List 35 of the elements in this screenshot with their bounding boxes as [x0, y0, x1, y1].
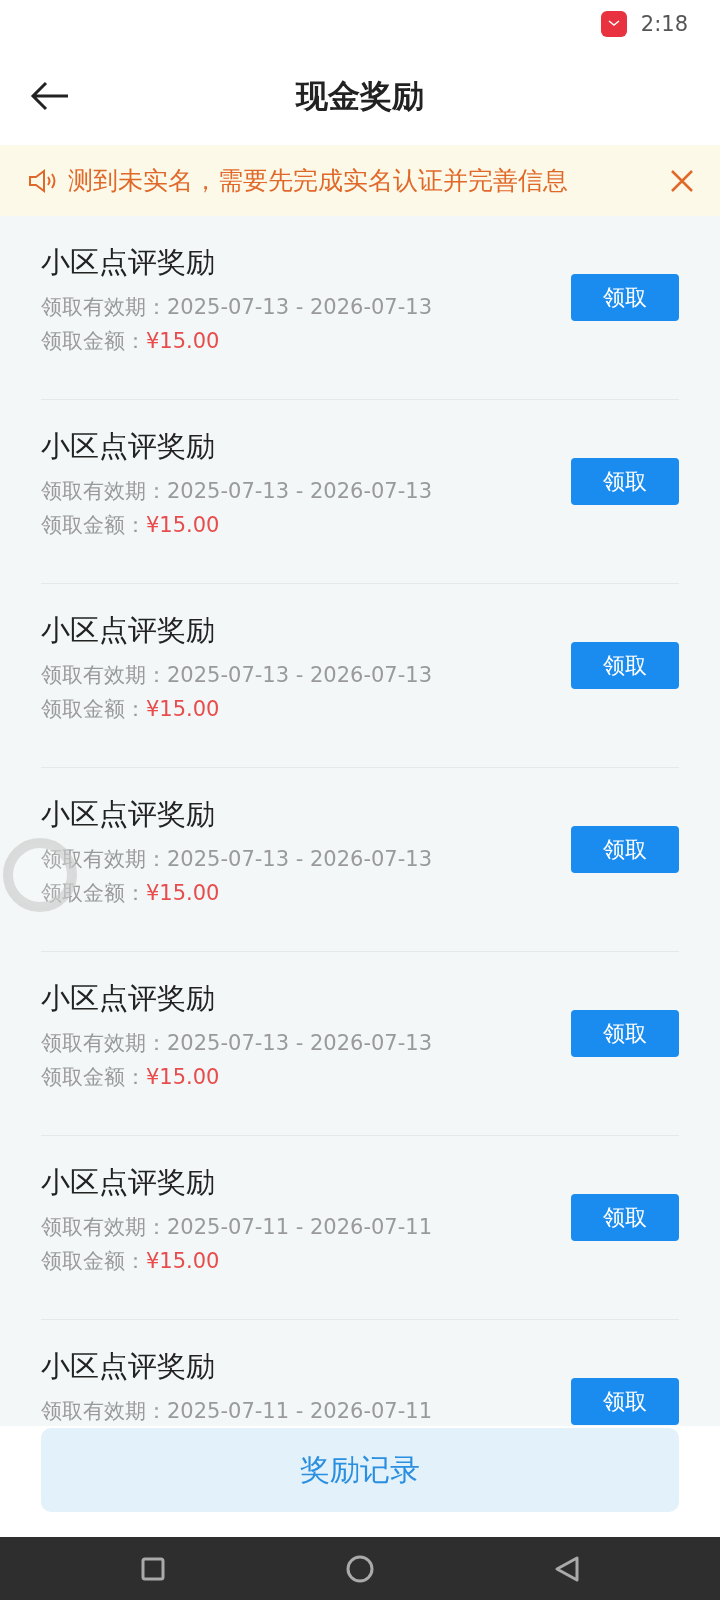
- page-title: 现金奖励: [296, 75, 424, 117]
- reward-title: 小区点评奖励: [41, 1348, 216, 1385]
- home-nav-icon[interactable]: [346, 1554, 374, 1583]
- validity-text: 领取有效期：2025-07-13 - 2026-07-13: [41, 846, 433, 872]
- reward-title: 小区点评奖励: [41, 612, 216, 649]
- reward-title: 小区点评奖励: [41, 428, 216, 465]
- amount-text: 领取金额：¥15.00: [41, 1064, 221, 1090]
- validity-text: 领取有效期：2025-07-13 - 2026-07-13: [41, 294, 433, 320]
- claim-button[interactable]: 领取: [571, 274, 679, 321]
- claim-button[interactable]: 领取: [571, 1194, 679, 1241]
- notice-text: 测到未实名，需要先完成实名认证并完善信息: [68, 165, 569, 197]
- validity-text: 领取有效期：2025-07-13 - 2026-07-13: [41, 478, 433, 504]
- validity-text: 领取有效期：2025-07-11 - 2026-07-11: [41, 1214, 433, 1240]
- close-icon[interactable]: [670, 168, 694, 193]
- amount-text: 领取金额：¥15.00: [41, 696, 221, 722]
- app-icon: [600, 11, 627, 37]
- amount-text: 领取金额：¥15.00: [41, 512, 221, 538]
- reward-title: 小区点评奖励: [41, 244, 216, 281]
- validity-text: 领取有效期：2025-07-13 - 2026-07-13: [41, 1030, 433, 1056]
- reward-title: 小区点评奖励: [41, 1164, 216, 1201]
- amount-text: 领取金额：¥15.00: [41, 328, 221, 354]
- claim-button[interactable]: 领取: [571, 642, 679, 689]
- reward-title: 小区点评奖励: [41, 796, 216, 833]
- validity-text: 领取有效期：2025-07-11 - 2026-07-11: [41, 1398, 433, 1424]
- amount-text: 领取金额：¥15.00: [41, 1248, 221, 1274]
- status-time: 2:18: [640, 12, 688, 36]
- validity-text: 领取有效期：2025-07-13 - 2026-07-13: [41, 662, 433, 688]
- claim-button[interactable]: 领取: [571, 1010, 679, 1057]
- claim-button[interactable]: 领取: [571, 1378, 679, 1425]
- back-icon[interactable]: [30, 80, 70, 112]
- reward-record-button[interactable]: 奖励记录: [41, 1428, 679, 1512]
- claim-button[interactable]: 领取: [571, 826, 679, 873]
- reward-title: 小区点评奖励: [41, 980, 216, 1017]
- claim-button[interactable]: 领取: [571, 458, 679, 505]
- amount-text: 领取金额：¥15.00: [41, 880, 221, 906]
